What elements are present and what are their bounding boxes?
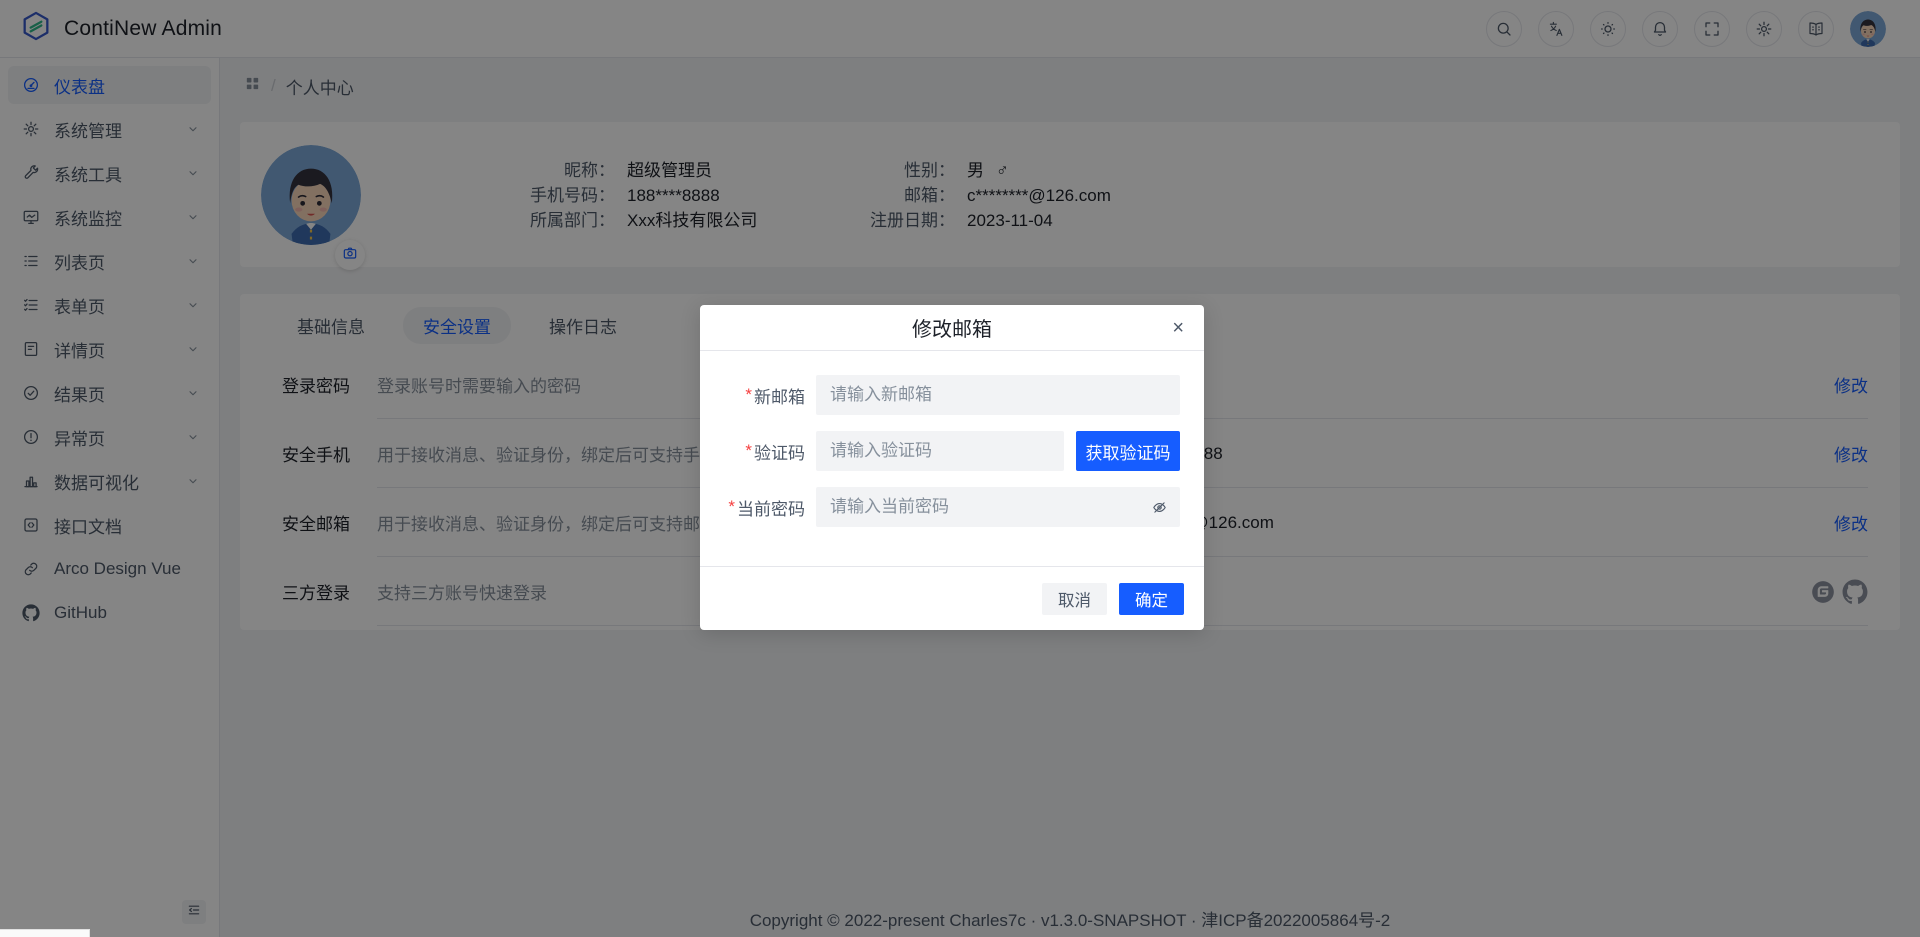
modal-header: 修改邮箱 × [700, 305, 1204, 351]
required-asterisk: * [728, 497, 735, 517]
required-asterisk: * [745, 441, 752, 461]
current-password-input[interactable] [816, 487, 1180, 527]
confirm-button[interactable]: 确定 [1119, 583, 1184, 615]
modal-body: * 新邮箱 * 验证码 获取验证码 * [700, 351, 1204, 566]
field-label: * 当前密码 [700, 495, 816, 520]
field-label-text: 新邮箱 [754, 383, 805, 408]
field-label-text: 验证码 [754, 439, 805, 464]
input-wrap [816, 487, 1180, 527]
form-row-verification-code: * 验证码 获取验证码 [700, 431, 1180, 471]
form-row-current-password: * 当前密码 [700, 487, 1180, 527]
new-email-input[interactable] [816, 375, 1180, 415]
field-label: * 验证码 [700, 439, 816, 464]
close-icon[interactable]: × [1168, 314, 1188, 342]
field-label-text: 当前密码 [737, 495, 805, 520]
field-label: * 新邮箱 [700, 383, 816, 408]
verification-code-input[interactable] [816, 431, 1064, 471]
modal-footer: 取消 确定 [700, 566, 1204, 630]
cancel-button[interactable]: 取消 [1042, 583, 1107, 615]
horizontal-scrollbar-thumb[interactable] [0, 929, 90, 937]
eye-invisible-icon[interactable] [1151, 499, 1168, 516]
app-root: ContiNew Admin [0, 0, 1920, 937]
change-email-modal: 修改邮箱 × * 新邮箱 * 验证码 获取 [700, 305, 1204, 630]
input-wrap [816, 375, 1180, 415]
required-asterisk: * [745, 385, 752, 405]
input-wrap [816, 431, 1064, 471]
modal-title: 修改邮箱 [912, 313, 992, 342]
get-code-button[interactable]: 获取验证码 [1076, 431, 1180, 471]
form-row-new-email: * 新邮箱 [700, 375, 1180, 415]
